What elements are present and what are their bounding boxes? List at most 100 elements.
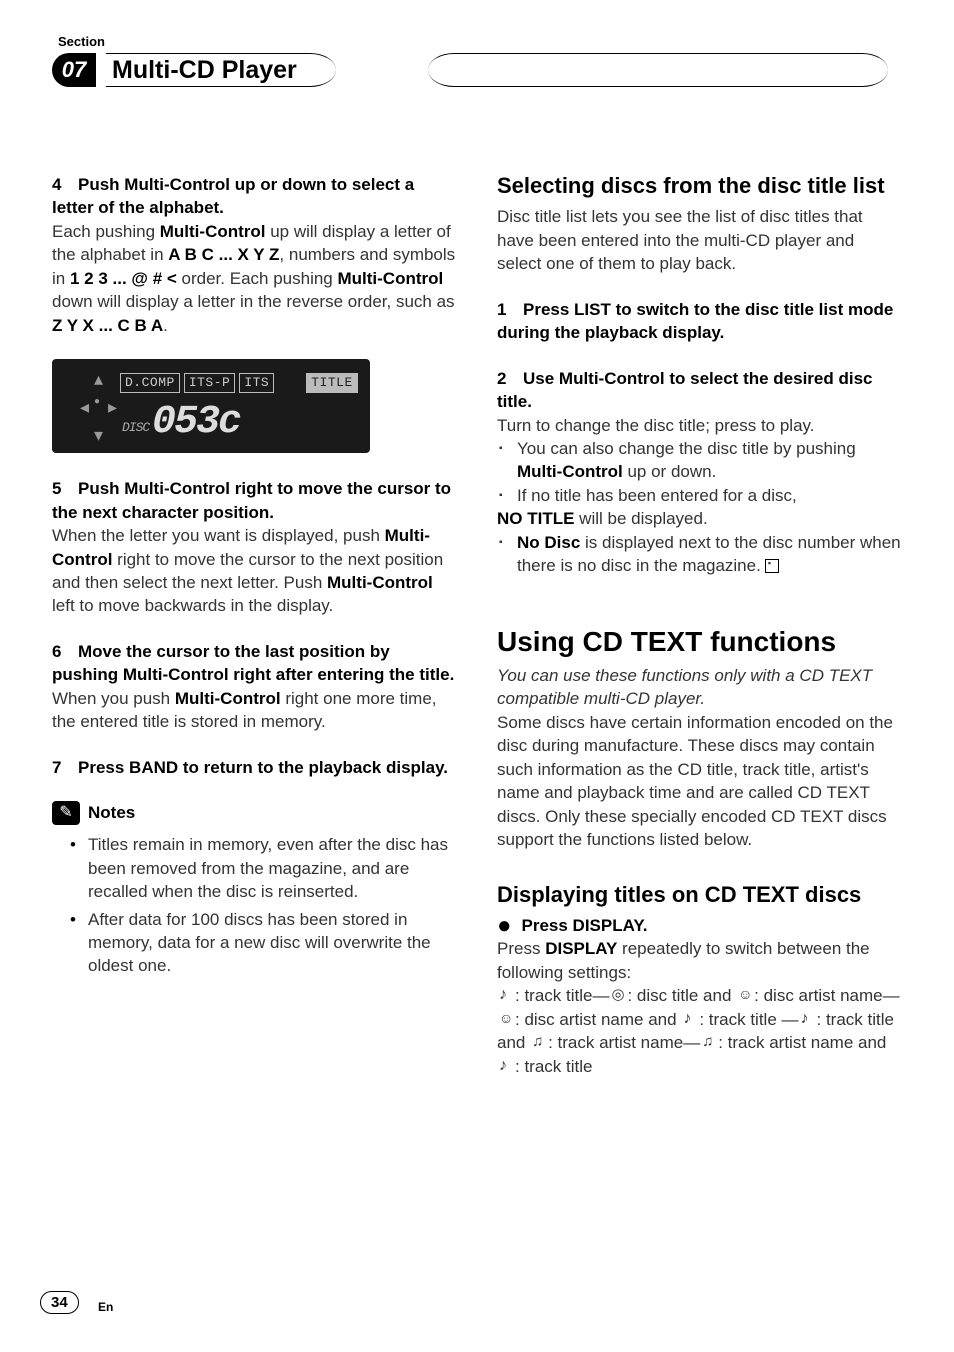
heading-cd-text: Using CD TEXT functions bbox=[497, 626, 902, 658]
bold: DISPLAY bbox=[545, 939, 617, 958]
text: left to move backwards in the display. bbox=[52, 596, 333, 615]
artist-icon bbox=[736, 986, 754, 1004]
bold: 1 2 3 ... @ # < bbox=[70, 269, 177, 288]
section-number-badge: 07 bbox=[52, 53, 96, 87]
step-press-display: ● Press DISPLAY. bbox=[497, 914, 902, 937]
page-language: En bbox=[98, 1300, 113, 1314]
list-item: After data for 100 discs has been stored… bbox=[70, 908, 457, 978]
page: Section 07 Multi-CD Player 4Push Multi-C… bbox=[0, 0, 954, 1352]
text: . bbox=[163, 316, 168, 335]
notes-label: Notes bbox=[88, 801, 135, 824]
step-5: 5Push Multi-Control right to move the cu… bbox=[52, 477, 457, 618]
step-4: 4Push Multi-Control up or down to select… bbox=[52, 173, 457, 337]
text: order. Each pushing bbox=[177, 269, 338, 288]
text: : track title— bbox=[515, 986, 609, 1005]
italic-note: You can use these functions only with a … bbox=[497, 664, 902, 711]
arrow-down-icon: ▾ bbox=[94, 423, 103, 448]
no-title-line: NO TITLE will be displayed. bbox=[497, 507, 902, 530]
heading-selecting-discs: Selecting discs from the disc title list bbox=[497, 173, 902, 199]
text: : track artist name and bbox=[718, 1033, 886, 1052]
step-number: 2 bbox=[497, 367, 523, 390]
bold: NO TITLE bbox=[497, 509, 574, 528]
note-icon bbox=[799, 1010, 817, 1028]
text: You can also change the disc title by pu… bbox=[517, 439, 856, 458]
bullet-item: No Disc is displayed next to the disc nu… bbox=[497, 531, 902, 578]
text: When the letter you want is displayed, p… bbox=[52, 526, 385, 545]
lcd-chip: ITS bbox=[239, 373, 274, 393]
step-2: 2Use Multi-Control to select the desired… bbox=[497, 367, 902, 578]
content-columns: 4Push Multi-Control up or down to select… bbox=[52, 173, 902, 1078]
step-6: 6Move the cursor to the last position by… bbox=[52, 640, 457, 734]
bold: Z Y X ... C B A bbox=[52, 316, 163, 335]
arrow-right-icon: ▸ bbox=[108, 395, 117, 420]
lcd-big-text: 053c bbox=[152, 395, 240, 450]
text: will be displayed. bbox=[574, 509, 707, 528]
step-title: Press DISPLAY. bbox=[522, 914, 648, 937]
bold: Multi-Control bbox=[337, 269, 443, 288]
bullet-item: If no title has been entered for a disc, bbox=[497, 484, 902, 507]
lcd-disc-label: DISC bbox=[122, 419, 149, 437]
text: : track artist name— bbox=[548, 1033, 700, 1052]
arrow-up-icon: ▴ bbox=[94, 367, 103, 392]
step-body: Each pushing Multi-Control up will displ… bbox=[52, 220, 457, 337]
artist-icon bbox=[497, 1010, 515, 1028]
end-square-icon bbox=[765, 559, 779, 573]
step-number: 4 bbox=[52, 173, 78, 196]
intro-text: Some discs have certain information enco… bbox=[497, 711, 902, 852]
text: When you push bbox=[52, 689, 175, 708]
step-body: When the letter you want is displayed, p… bbox=[52, 524, 457, 618]
notes-list: Titles remain in memory, even after the … bbox=[52, 833, 457, 978]
step-body: When you push Multi-Control right one mo… bbox=[52, 687, 457, 734]
bullet-item: You can also change the disc title by pu… bbox=[497, 437, 902, 484]
note-icon bbox=[497, 986, 515, 1004]
text: down will display a letter in the revers… bbox=[52, 292, 455, 311]
step-number: 7 bbox=[52, 756, 78, 779]
dot-icon: ● bbox=[94, 395, 100, 409]
lcd-chip: D.COMP bbox=[120, 373, 180, 393]
text: : disc artist name— bbox=[754, 986, 900, 1005]
column-right: Selecting discs from the disc title list… bbox=[497, 173, 902, 1078]
step-body: Press DISPLAY repeatedly to switch betwe… bbox=[497, 937, 902, 984]
column-left: 4Push Multi-Control up or down to select… bbox=[52, 173, 457, 1078]
page-number: 34 bbox=[40, 1291, 79, 1314]
list-item: Titles remain in memory, even after the … bbox=[70, 833, 457, 903]
track-artist-icon bbox=[530, 1033, 548, 1051]
text: Press bbox=[497, 939, 545, 958]
bold: No Disc bbox=[517, 533, 580, 552]
text: Each pushing bbox=[52, 222, 160, 241]
header-line-left: Multi-CD Player bbox=[106, 53, 336, 87]
text: : track title — bbox=[699, 1010, 798, 1029]
step-number: 6 bbox=[52, 640, 78, 663]
lcd-display-illustration: ▴ ◂ ▸ ▾ ● D.COMP ITS-P ITS TITLE DISC 05… bbox=[52, 359, 370, 453]
text: up or down. bbox=[623, 462, 717, 481]
heading-displaying-titles: Displaying titles on CD TEXT discs bbox=[497, 882, 902, 908]
lcd-chip-active: TITLE bbox=[306, 373, 358, 393]
step-7: 7Press BAND to return to the playback di… bbox=[52, 756, 457, 779]
notes-header: ✎ Notes bbox=[52, 801, 457, 825]
pencil-icon: ✎ bbox=[52, 801, 80, 825]
bold: Multi-Control bbox=[175, 689, 281, 708]
header-left: 07 Multi-CD Player bbox=[52, 53, 336, 87]
header-row: 07 Multi-CD Player bbox=[52, 53, 902, 87]
lcd-chip: ITS-P bbox=[184, 373, 236, 393]
text: : disc title and bbox=[627, 986, 736, 1005]
step-title: Push Multi-Control right to move the cur… bbox=[52, 479, 451, 521]
step-title: Press LIST to switch to the disc title l… bbox=[497, 300, 893, 342]
note-icon bbox=[497, 1057, 515, 1075]
text: : disc artist name and bbox=[515, 1010, 681, 1029]
text: If no title has been entered for a disc, bbox=[517, 486, 797, 505]
step-title: Move the cursor to the last position by … bbox=[52, 642, 454, 684]
step-title: Use Multi-Control to select the desired … bbox=[497, 369, 873, 411]
display-sequence: : track title— : disc title and : disc ar… bbox=[497, 984, 902, 1078]
note-icon bbox=[681, 1010, 699, 1028]
intro-text: Disc title list lets you see the list of… bbox=[497, 205, 902, 275]
text: : track title bbox=[515, 1057, 592, 1076]
step-title: Push Multi-Control up or down to select … bbox=[52, 175, 414, 217]
header-line-right bbox=[428, 53, 888, 87]
step-number: 1 bbox=[497, 298, 523, 321]
step-title: Press BAND to return to the playback dis… bbox=[78, 758, 448, 777]
page-title: Multi-CD Player bbox=[112, 56, 297, 85]
bold: Multi-Control bbox=[160, 222, 266, 241]
step-number: 5 bbox=[52, 477, 78, 500]
bold: Multi-Control bbox=[327, 573, 433, 592]
